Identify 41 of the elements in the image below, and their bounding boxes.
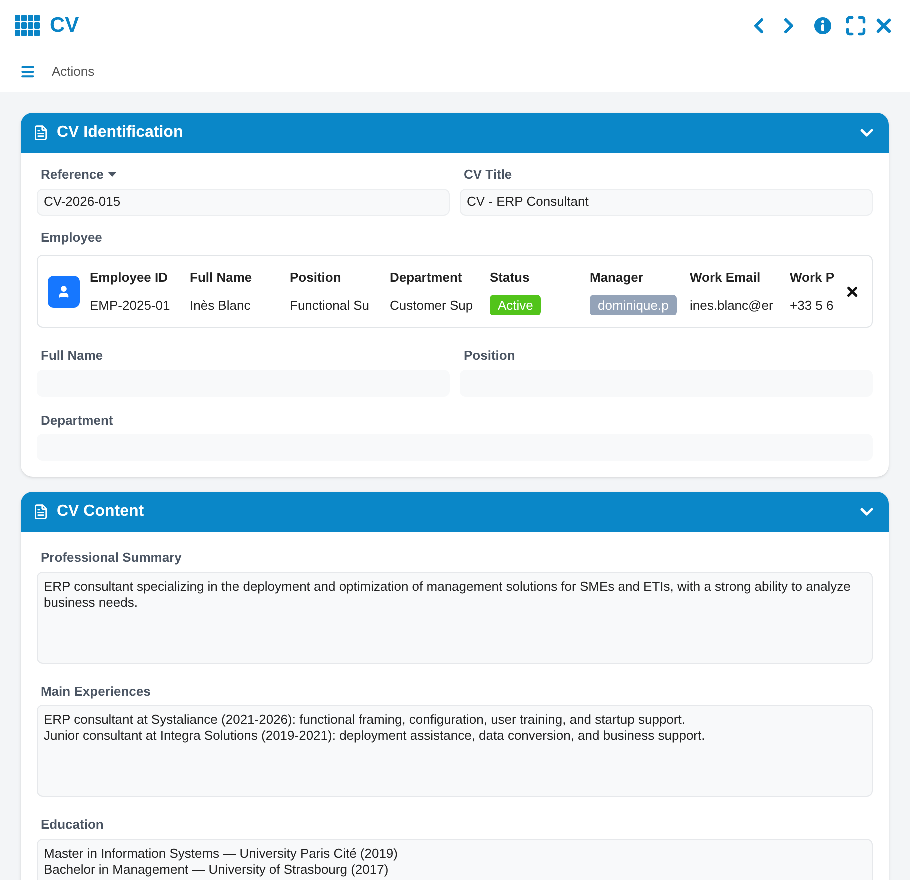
cv-title-field[interactable]: CV - ERP Consultant <box>460 188 873 216</box>
column-header: Department <box>390 268 464 287</box>
field-label: Department <box>40 412 114 430</box>
section-title: CV Identification <box>57 123 184 143</box>
field-label: Main Experiences <box>40 682 152 701</box>
employee-value: Inès Blanc <box>190 296 251 314</box>
window-title: CV <box>50 13 80 40</box>
field-label: Professional Summary <box>40 549 183 567</box>
text-line: Bachelor in Management — University of Strasbourg (2017) <box>44 862 390 878</box>
manager-tag: dominique.p <box>590 294 677 316</box>
text-line: ERP consultant at Systaliance (2021-2026): functional framing, configuration, user training, and startup support. <box>44 712 686 728</box>
text-line: Junior consultant at Integra Solutions (2019-2021): deployment assistance, data conversion, and business support. <box>44 728 706 744</box>
employee-value: Customer Sup <box>390 296 474 315</box>
reference-field[interactable]: CV-2026-015 <box>37 188 450 216</box>
status-badge: Active <box>490 294 542 316</box>
field-label: CV Title <box>463 166 514 184</box>
employee-value: ines.blanc@er <box>690 296 774 314</box>
field-label: Education <box>40 816 105 834</box>
field-label: Employee <box>40 228 104 247</box>
employee-value: EMP-2025-01 <box>90 296 170 314</box>
employee-value: +33 5 6 <box>790 296 834 314</box>
field-label: Full Name <box>40 347 104 365</box>
employee-card[interactable]: Employee ID EMP-2025-01 Full Name Inès Blanc Position Functional Su Department Customer Sup Status Active Manager dominique.p Work Email ines.blanc@er Work P +33 5 6 <box>37 255 873 328</box>
employee-value: Functional Su <box>290 296 370 314</box>
section-header[interactable]: CV Content <box>21 492 889 532</box>
text-line: ERP consultant specializing in the deployment and optimization of management solutions for SMEs and ETIs, with a strong ability to analyze business needs. <box>44 578 852 610</box>
column-header: Work Email <box>690 268 762 287</box>
field-label: Position <box>463 347 516 365</box>
section-header[interactable]: CV Identification <box>21 113 889 153</box>
text-area[interactable]: ERP consultant specializing in the deployment and optimization of management solutions for SMEs and ETIs, with a strong ability to analyze business needs. <box>37 572 873 664</box>
field-label: Reference <box>40 166 105 184</box>
column-header: Manager <box>590 268 644 287</box>
column-header: Full Name <box>190 268 254 287</box>
text-area[interactable]: Master in Information Systems — University Paris Cité (2019) Bachelor in Management — University of Strasbourg (2017) <box>37 838 873 880</box>
column-header: Status <box>490 268 531 287</box>
column-header: Employee ID <box>90 268 170 287</box>
actions-menu[interactable]: Actions <box>52 62 95 82</box>
section-title: CV Content <box>57 502 144 522</box>
text-line: Master in Information Systems — University Paris Cité (2019) <box>44 846 399 862</box>
column-header: Work P <box>790 268 836 287</box>
column-header: Position <box>290 268 342 287</box>
